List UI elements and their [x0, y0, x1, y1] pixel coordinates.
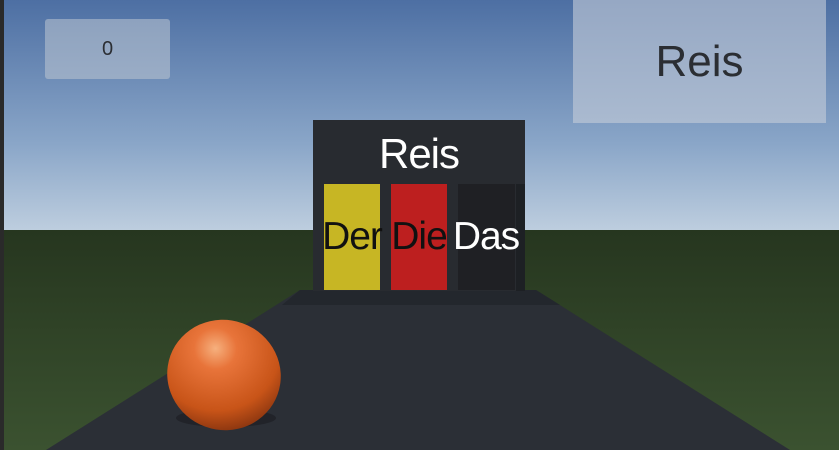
road-shadow: [282, 290, 560, 305]
door-die[interactable]: Die: [391, 184, 448, 290]
door-das[interactable]: Das: [453, 184, 520, 290]
window-edge: [0, 0, 4, 450]
target-word: Reis: [655, 36, 744, 86]
target-word-display: Reis: [573, 0, 826, 123]
gate-word-label: Reis: [378, 130, 460, 177]
score-value: 0: [101, 37, 114, 60]
score-display: 0: [45, 19, 170, 79]
door-der[interactable]: Der: [322, 184, 383, 290]
